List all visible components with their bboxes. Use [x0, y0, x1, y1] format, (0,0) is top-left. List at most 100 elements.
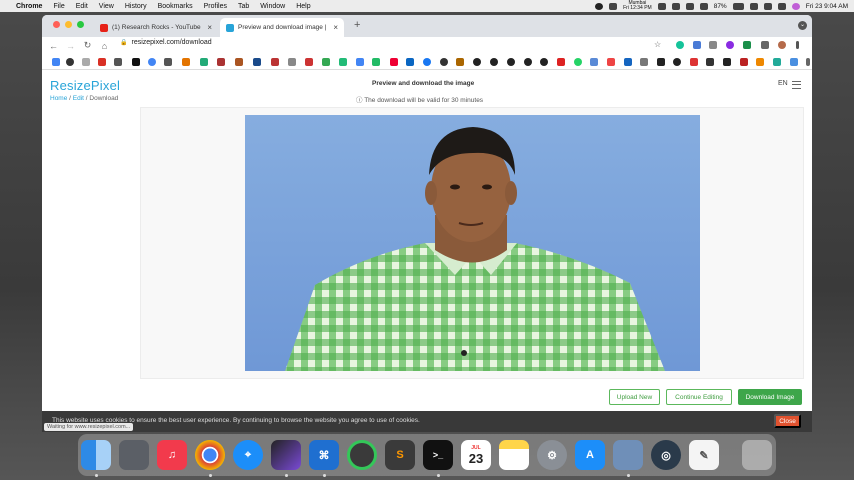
bookmark-docs-icon[interactable] — [356, 58, 364, 66]
bookmark-facebook-icon[interactable] — [423, 58, 431, 66]
bookmark-15-icon[interactable] — [288, 58, 296, 66]
bookmark-google-icon[interactable] — [148, 58, 156, 66]
battery-percent[interactable]: 87% — [714, 3, 727, 10]
bookmark-6-icon[interactable] — [132, 58, 140, 66]
textedit-icon[interactable]: ✎ — [689, 440, 719, 470]
music-icon[interactable]: ♫ — [157, 440, 187, 470]
bookmark-1-icon[interactable] — [52, 58, 60, 66]
finder-icon[interactable] — [81, 440, 111, 470]
bookmark-github-4-icon[interactable] — [524, 58, 532, 66]
safari-icon[interactable]: ⌖ — [233, 440, 263, 470]
download-image-button[interactable]: Download Image — [738, 389, 802, 405]
site-logo[interactable]: ResizePixel — [50, 78, 120, 93]
profile-avatar-icon[interactable] — [778, 41, 786, 49]
bookmark-13-icon[interactable] — [253, 58, 261, 66]
menu-edit[interactable]: Edit — [76, 3, 88, 10]
bookmark-whatsapp-icon[interactable] — [574, 58, 582, 66]
cookie-close-button[interactable]: Close — [774, 414, 801, 428]
window-minimize-button[interactable] — [65, 21, 72, 28]
bookmark-25-icon[interactable] — [456, 58, 464, 66]
bookmark-maps-icon[interactable] — [322, 58, 330, 66]
wifi-icon[interactable] — [749, 2, 758, 10]
bookmark-github-6-icon[interactable] — [673, 58, 681, 66]
chrome-icon[interactable] — [195, 440, 225, 470]
chrome-menu-icon[interactable] — [796, 41, 799, 49]
upload-new-button[interactable]: Upload New — [609, 389, 660, 405]
menu-file[interactable]: File — [53, 3, 64, 10]
continue-editing-button[interactable]: Continue Editing — [666, 389, 732, 405]
tab-close-icon[interactable]: × — [333, 23, 338, 32]
bookmark-37-icon[interactable] — [657, 58, 665, 66]
translate-extension-icon[interactable] — [693, 41, 701, 49]
menu-history[interactable]: History — [125, 3, 147, 10]
bookmark-34-icon[interactable] — [607, 58, 615, 66]
back-arrow-icon[interactable]: ← — [45, 41, 62, 51]
menu-bar-clock[interactable]: Fri 23 9:04 AM — [806, 3, 848, 10]
new-tab-icon[interactable]: + — [354, 19, 360, 31]
tab-resizepixel[interactable]: Preview and download image | × — [220, 18, 344, 37]
bookmark-33-icon[interactable] — [590, 58, 598, 66]
battery-icon[interactable] — [732, 2, 744, 10]
bookmark-21-icon[interactable] — [390, 58, 398, 66]
bookmark-14-icon[interactable] — [271, 58, 279, 66]
quicktime-icon[interactable]: ◎ — [651, 440, 681, 470]
reload-icon[interactable]: ↻ — [79, 40, 96, 51]
siri-icon[interactable] — [791, 2, 800, 10]
forward-arrow-icon[interactable]: → — [62, 41, 79, 51]
bookmark-9-icon[interactable] — [182, 58, 190, 66]
bookmark-43-icon[interactable] — [756, 58, 764, 66]
bookmark-41-icon[interactable] — [723, 58, 731, 66]
bookmark-40-icon[interactable] — [706, 58, 714, 66]
bookmark-star-icon[interactable]: ☆ — [654, 40, 661, 49]
breadcrumb-home-link[interactable]: Home — [50, 95, 67, 102]
bookmark-42-icon[interactable] — [740, 58, 748, 66]
address-bar[interactable]: 🔒 resizepixel.com/download — [120, 39, 212, 46]
terminal-icon[interactable]: >_ — [423, 440, 453, 470]
extension-c-icon[interactable] — [743, 41, 751, 49]
menu-profiles[interactable]: Profiles — [204, 3, 227, 10]
bookmark-10-icon[interactable] — [200, 58, 208, 66]
record-icon[interactable] — [595, 2, 604, 10]
window-zoom-button[interactable] — [77, 21, 84, 28]
tab-search-icon[interactable]: ⌄ — [798, 21, 807, 30]
menu-bookmarks[interactable]: Bookmarks — [158, 3, 193, 10]
bookmark-44-icon[interactable] — [773, 58, 781, 66]
tab-close-icon[interactable]: × — [207, 23, 212, 32]
cloud-icon[interactable] — [685, 2, 694, 10]
menu-tab[interactable]: Tab — [238, 3, 249, 10]
grammarly-extension-icon[interactable] — [676, 41, 684, 49]
breadcrumb-edit-link[interactable]: Edit — [73, 95, 84, 102]
bookmark-36-icon[interactable] — [640, 58, 648, 66]
bookmark-5-icon[interactable] — [114, 58, 122, 66]
home-icon[interactable]: ⌂ — [96, 41, 113, 51]
bluetooth-icon[interactable] — [699, 2, 708, 10]
final-cut-icon[interactable] — [271, 440, 301, 470]
bookmark-16-icon[interactable] — [305, 58, 313, 66]
bookmark-github-3-icon[interactable] — [507, 58, 515, 66]
bookmarks-overflow-icon[interactable] — [806, 58, 810, 66]
bookmark-11-icon[interactable] — [217, 58, 225, 66]
screen-icon[interactable] — [609, 2, 618, 10]
world-clock[interactable]: Mumbai Fri 12:34 PM — [623, 1, 652, 11]
bookmark-8-icon[interactable] — [164, 58, 172, 66]
menu-view[interactable]: View — [99, 3, 114, 10]
bookmark-linkedin-icon[interactable] — [406, 58, 414, 66]
extension-b-icon[interactable] — [726, 41, 734, 49]
vscode-icon[interactable]: ⌘ — [309, 440, 339, 470]
lock-icon[interactable]: 🔒 — [120, 39, 127, 46]
calendar-icon[interactable]: JUL 23 — [461, 440, 491, 470]
bookmark-github-1-icon[interactable] — [473, 58, 481, 66]
bookmark-3-icon[interactable] — [82, 58, 90, 66]
headphones-icon[interactable] — [671, 2, 680, 10]
language-selector[interactable]: EN — [778, 80, 788, 87]
launchpad-icon[interactable] — [119, 440, 149, 470]
loading-app-icon[interactable] — [347, 440, 377, 470]
menu-help[interactable]: Help — [296, 3, 310, 10]
bookmark-github-2-icon[interactable] — [490, 58, 498, 66]
spotlight-search-icon[interactable] — [763, 2, 772, 10]
system-preferences-icon[interactable]: ⚙ — [537, 440, 567, 470]
preview-app-icon[interactable] — [613, 440, 643, 470]
notes-app-icon[interactable] — [499, 440, 529, 470]
bookmark-20-icon[interactable] — [372, 58, 380, 66]
bookmark-35-icon[interactable] — [624, 58, 632, 66]
